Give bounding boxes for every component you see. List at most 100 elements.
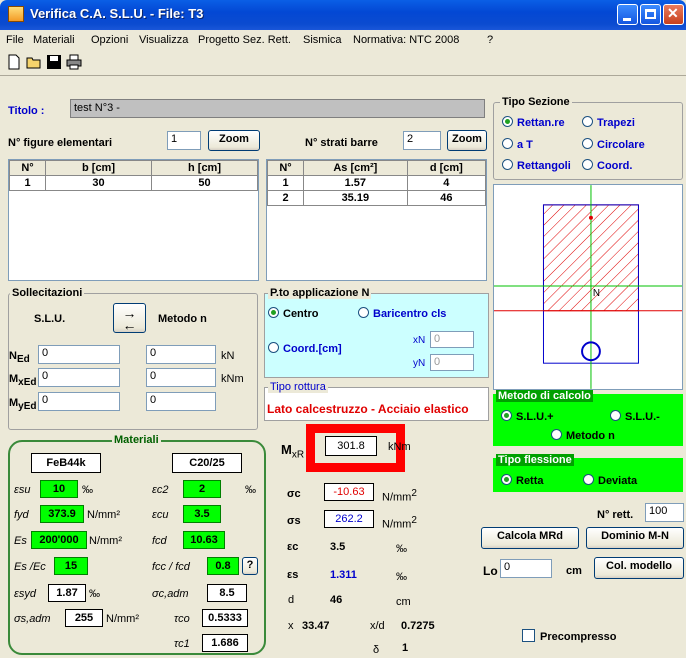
col-header: N° xyxy=(9,160,46,176)
col-header: b [cm] xyxy=(45,160,152,176)
col-modello-button[interactable]: Col. modello xyxy=(594,557,684,579)
menu-help[interactable]: ? xyxy=(487,34,493,46)
radio-deviata[interactable]: Deviata xyxy=(583,474,637,487)
steel-select[interactable]: FeB44k xyxy=(31,453,101,473)
new-file-icon[interactable] xyxy=(6,54,22,70)
figure-zoom-button[interactable]: Zoom xyxy=(208,130,260,151)
dominio-mn-button[interactable]: Dominio M-N xyxy=(586,527,684,549)
print-icon[interactable] xyxy=(66,54,82,70)
strati-zoom-button[interactable]: Zoom xyxy=(447,130,487,151)
xn-input[interactable]: 0 xyxy=(430,331,474,348)
calcola-mrd-button[interactable]: Calcola MRd xyxy=(481,527,579,549)
scadm-value[interactable]: 8.5 xyxy=(207,584,247,602)
mxr-value: 301.8 xyxy=(325,436,377,456)
ecu-value[interactable]: 3.5 xyxy=(183,505,221,523)
ned-input[interactable]: 0 xyxy=(38,345,120,364)
lo-input[interactable]: 0 xyxy=(500,559,552,578)
tipo-flessione-title: Tipo flessione xyxy=(496,454,574,466)
n-rett-input[interactable]: 100 xyxy=(645,503,684,522)
toolbar xyxy=(0,50,686,74)
radio-retta[interactable]: Retta xyxy=(501,474,544,487)
radio-dot xyxy=(502,138,513,149)
n-mxed-input[interactable]: 0 xyxy=(146,368,216,387)
fcd-value[interactable]: 10.63 xyxy=(183,531,225,549)
fyd-label: fyd xyxy=(14,509,29,521)
radio-coord[interactable]: Coord. xyxy=(582,159,632,172)
esu-value[interactable]: 10 xyxy=(40,480,78,498)
radio-dot xyxy=(268,307,279,318)
table-cell[interactable]: 50 xyxy=(151,175,258,191)
fyd-value[interactable]: 373.9 xyxy=(40,505,84,523)
sollecitazioni-title: Sollecitazioni xyxy=(10,287,85,299)
radio-rettangoli[interactable]: Rettangoli xyxy=(502,159,571,172)
table-cell[interactable]: 1 xyxy=(267,175,304,191)
table-row[interactable]: 1 30 50 xyxy=(9,175,258,191)
mxed-input[interactable]: 0 xyxy=(38,368,120,387)
precompresso-checkbox[interactable]: Precompresso xyxy=(522,629,616,643)
strati-count-input[interactable]: 2 xyxy=(403,131,441,150)
mxr-subscript: xR xyxy=(291,449,305,461)
open-folder-icon[interactable] xyxy=(26,54,42,70)
save-icon[interactable] xyxy=(46,54,62,70)
titolo-field[interactable]: test N°3 - xyxy=(70,99,485,118)
bars-table: N° As [cm²] d [cm] 1 1.57 4 2 35.19 46 xyxy=(266,159,487,281)
menu-progetto[interactable]: Progetto Sez. Rett. xyxy=(198,34,291,46)
figure-count-input[interactable]: 1 xyxy=(167,131,201,150)
radio-metodo-n[interactable]: Metodo n xyxy=(551,429,615,442)
menu-opzioni[interactable]: Opzioni xyxy=(91,34,128,46)
radio-slu-plus[interactable]: S.L.U.+ xyxy=(501,410,554,423)
minimize-button[interactable] xyxy=(617,4,638,25)
ssadm-value[interactable]: 255 xyxy=(65,609,103,627)
fccfcd-label: fcc / fcd xyxy=(152,561,190,573)
menu-visualizza[interactable]: Visualizza xyxy=(139,34,188,46)
ec-value: 3.5 xyxy=(330,541,346,553)
materiali-title: Materiali xyxy=(112,434,161,446)
menu-file[interactable]: File xyxy=(6,34,24,46)
mxr-label: MxR xyxy=(281,442,304,461)
radio-centro[interactable]: Centro xyxy=(268,307,318,320)
ec2-value[interactable]: 2 xyxy=(183,480,221,498)
radio-circolare[interactable]: Circolare xyxy=(582,138,645,151)
radio-trapezi[interactable]: Trapezi xyxy=(582,116,635,129)
table-cell[interactable]: 1.57 xyxy=(303,175,408,191)
esec-value[interactable]: 15 xyxy=(54,557,88,575)
help-button[interactable]: ? xyxy=(242,557,258,575)
sc-value: -10.63 xyxy=(324,483,374,501)
radio-baricentro[interactable]: Baricentro cls xyxy=(358,307,446,320)
radio-slu-minus[interactable]: S.L.U.- xyxy=(610,410,660,423)
radio-dot xyxy=(501,410,512,421)
n-ned-input[interactable]: 0 xyxy=(146,345,216,364)
fccfcd-value[interactable]: 0.8 xyxy=(207,557,239,575)
table-cell[interactable]: 35.19 xyxy=(303,190,408,206)
menu-materiali[interactable]: Materiali xyxy=(33,34,75,46)
menu-normativa[interactable]: Normativa: NTC 2008 xyxy=(353,34,459,46)
table-cell[interactable]: 1 xyxy=(9,175,46,191)
table-cell[interactable]: 30 xyxy=(45,175,152,191)
maximize-button[interactable] xyxy=(640,4,661,25)
menu-sismica[interactable]: Sismica xyxy=(303,34,342,46)
radio-at[interactable]: a T xyxy=(502,138,533,151)
radio-label: Metodo n xyxy=(566,430,615,442)
yn-input[interactable]: 0 xyxy=(430,354,474,371)
menu-bar: File Materiali Opzioni Visualizza Proget… xyxy=(0,30,686,50)
myed-input[interactable]: 0 xyxy=(38,392,120,411)
close-button[interactable]: ✕ xyxy=(663,4,684,25)
es-value[interactable]: 200'000 xyxy=(31,531,87,549)
table-row[interactable]: 1 1.57 4 xyxy=(267,175,487,191)
radio-label: Coord. xyxy=(597,160,633,172)
radio-coord-cm[interactable]: Coord.[cm] xyxy=(268,342,342,355)
table-cell[interactable]: 46 xyxy=(406,190,487,206)
mxed-label: MxEd xyxy=(9,373,37,388)
swap-direction-button[interactable]: → ← xyxy=(113,303,146,333)
n-myed-input[interactable]: 0 xyxy=(146,392,216,411)
radio-rettanre[interactable]: Rettan.re xyxy=(502,116,565,129)
lo-unit: cm xyxy=(566,565,582,577)
ss-unit: N/mm2 xyxy=(382,515,417,531)
table-cell[interactable]: 2 xyxy=(267,190,304,206)
tco-value[interactable]: 0.5333 xyxy=(202,609,248,627)
radio-label: Retta xyxy=(516,475,544,487)
table-row[interactable]: 2 35.19 46 xyxy=(267,190,487,206)
radio-label: Rettangoli xyxy=(517,160,571,172)
concrete-select[interactable]: C20/25 xyxy=(172,453,242,473)
table-cell[interactable]: 4 xyxy=(406,175,487,191)
